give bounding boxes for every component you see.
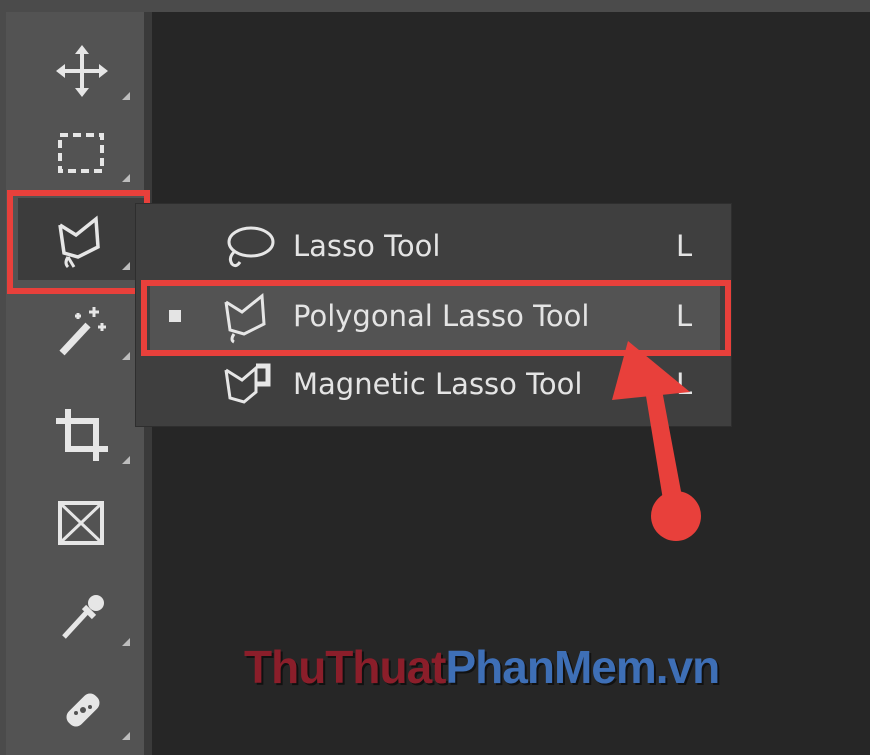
menu-item-label: Magnetic Lasso Tool bbox=[293, 367, 583, 401]
magic-wand-icon bbox=[59, 307, 106, 356]
selected-item-highlight bbox=[141, 280, 731, 356]
tool-group-corner bbox=[122, 352, 130, 360]
crop-tool-button[interactable] bbox=[18, 392, 144, 474]
menu-item-shortcut: L bbox=[676, 367, 693, 401]
move-tool-button[interactable] bbox=[18, 28, 144, 110]
marquee-icon bbox=[58, 133, 104, 173]
healing-brush-icon bbox=[66, 693, 100, 727]
tool-group-corner bbox=[122, 174, 130, 182]
tool-group-corner bbox=[122, 92, 130, 100]
eyedropper-icon bbox=[62, 595, 104, 639]
crop-icon bbox=[56, 409, 108, 461]
menu-item-shortcut: L bbox=[676, 229, 693, 263]
active-tool-highlight bbox=[7, 190, 150, 294]
healing-brush-tool-button[interactable] bbox=[18, 668, 144, 750]
magic-wand-tool-button[interactable] bbox=[18, 288, 144, 370]
tool-group-corner bbox=[122, 732, 130, 740]
eyedropper-tool-button[interactable] bbox=[18, 574, 144, 656]
menu-item-magnetic-lasso-tool[interactable]: Magnetic Lasso Tool L bbox=[150, 352, 720, 418]
move-icon bbox=[56, 45, 108, 97]
watermark-part-1: ThuThuat bbox=[244, 641, 446, 693]
menu-item-label: Lasso Tool bbox=[293, 229, 441, 263]
watermark: ThuThuatPhanMem.vn bbox=[244, 640, 721, 694]
lasso-icon bbox=[227, 226, 275, 268]
window-top-edge bbox=[0, 0, 870, 12]
watermark-part-2: PhanMem.vn bbox=[445, 641, 721, 693]
menu-item-lasso-tool[interactable]: Lasso Tool L bbox=[150, 214, 720, 280]
marquee-tool-button[interactable] bbox=[18, 110, 144, 192]
tool-group-corner bbox=[122, 638, 130, 646]
frame-tool-button[interactable] bbox=[18, 480, 144, 562]
magnetic-lasso-icon bbox=[224, 363, 271, 404]
tools-panel bbox=[6, 12, 152, 755]
frame-icon bbox=[58, 501, 104, 545]
tool-group-corner bbox=[122, 456, 130, 464]
